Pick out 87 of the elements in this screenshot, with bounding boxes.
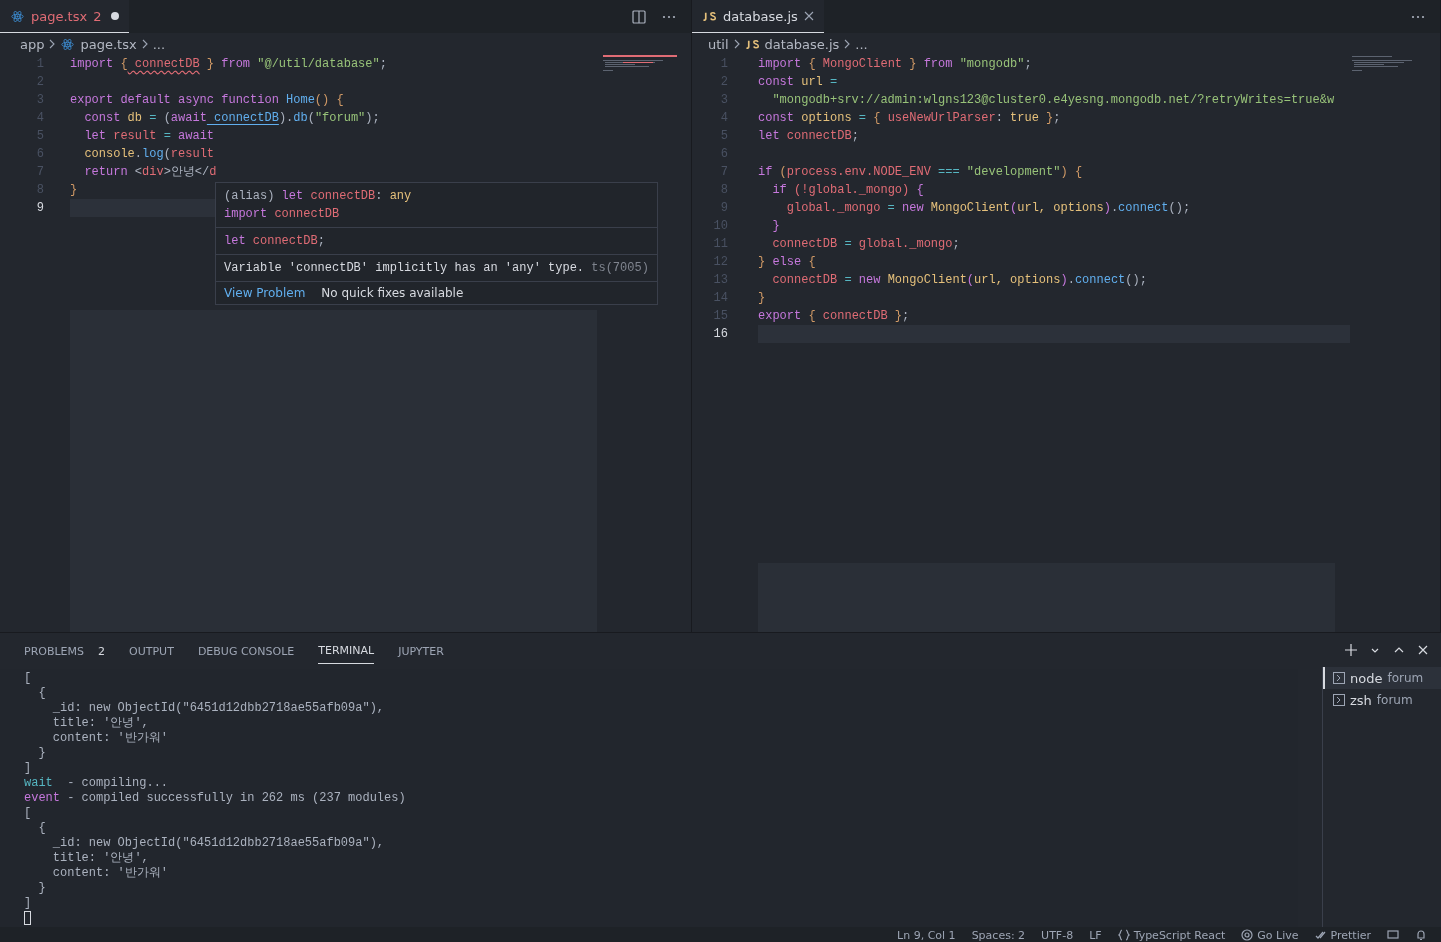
terminal-item[interactable]: node forum [1323, 667, 1441, 689]
code-line: const url = [758, 74, 838, 91]
breadcrumb[interactable]: ... [855, 36, 868, 52]
view-problem-link[interactable]: View Problem [224, 286, 306, 300]
react-icon [10, 9, 25, 23]
chevron-icon [844, 39, 851, 49]
panel-tab[interactable]: TERMINAL [318, 638, 375, 664]
panel-tab[interactable]: JUPYTER [398, 638, 444, 664]
code-line: } [758, 290, 766, 307]
chevron-icon [733, 39, 740, 49]
terminal-line: title: '안녕', [51, 851, 150, 866]
terminal-line: _id: new ObjectId("6451d12dbb2718ae55afb09a"), [51, 836, 386, 851]
braces-icon [1117, 929, 1130, 941]
error-message: Variable 'connectDB' implicitly has an 'any' type. ts(7005) [224, 260, 649, 277]
import-line: import connectDB [224, 206, 341, 223]
broadcast-icon [1241, 929, 1254, 941]
code-line: } [70, 182, 78, 199]
split-editor-icon[interactable] [631, 8, 647, 25]
terminal-line: wait - compiling... [24, 776, 170, 791]
terminal-line: event - compiled successfully in 262 ms (237 modules) [24, 791, 407, 806]
code-line: import { MongoClient } from "mongodb"; [758, 56, 1032, 73]
plus-icon[interactable] [1345, 644, 1357, 656]
status-item[interactable]: LF [1089, 928, 1102, 942]
go-live-button[interactable]: Go Live [1241, 928, 1299, 942]
code-line: connectDB = global._mongo; [771, 236, 960, 253]
code-line: if (!global._mongo) { [771, 182, 924, 199]
breadcrumb[interactable]: ... [152, 36, 166, 52]
code-line: const options = { useNewUrlParser: true }; [758, 110, 1061, 127]
declaration-line: let connectDB; [224, 233, 326, 250]
chevron-icon [49, 39, 56, 49]
panel-tab[interactable]: DEBUG CONSOLE [197, 638, 295, 664]
code-line: export default async function Home() { [70, 92, 344, 109]
prettier-status[interactable]: Prettier [1314, 928, 1371, 942]
code-line: let connectDB; [758, 128, 859, 145]
status-item[interactable]: Spaces: 2 [971, 928, 1026, 942]
line-number: 9 [35, 200, 44, 217]
terminal-line: { [37, 821, 47, 836]
terminal-cursor [24, 911, 31, 925]
terminal-line: [ [24, 806, 33, 821]
code-line: } else { [758, 254, 816, 271]
bell-icon[interactable] [1415, 929, 1427, 941]
js-icon [744, 37, 760, 51]
status-item[interactable]: Ln 9, Col 1 [897, 928, 956, 942]
quick-fix-note: No quick fixes available [321, 286, 464, 300]
js-icon [702, 9, 717, 23]
code-line: let result = await [83, 128, 215, 145]
terminal-icon [1333, 694, 1345, 706]
breadcrumb[interactable]: app [20, 36, 45, 52]
code-line: global._mongo = new MongoClient(url, options).connect(); [785, 200, 1191, 217]
type-signature: (alias) let connectDB: any [224, 188, 413, 205]
status-item[interactable]: UTF-8 [1041, 928, 1074, 942]
code-line: export { connectDB }; [758, 308, 910, 325]
terminal-line: { [37, 686, 47, 701]
breadcrumb[interactable]: util [708, 36, 729, 52]
terminal-line: } [37, 746, 47, 761]
terminal-line: content: '반가워' [51, 731, 170, 746]
breadcrumb[interactable]: database.js [764, 36, 840, 52]
code-line: console.log(result [83, 146, 215, 163]
close-icon[interactable] [803, 11, 814, 21]
code-line: const db = (await connectDB).db("forum"); [83, 110, 380, 127]
terminal-icon [1333, 672, 1345, 684]
code-line: } [771, 218, 780, 235]
terminal-line: title: '안녕', [51, 716, 150, 731]
close-icon[interactable] [1417, 644, 1429, 656]
terminal-line: content: '반가워' [51, 866, 170, 881]
chevron-icon [141, 39, 148, 49]
code-line: if (process.env.NODE_ENV === "development") { [758, 164, 1083, 181]
code-line: return <div>안녕</d [83, 164, 217, 181]
terminal-line: _id: new ObjectId("6451d12dbb2718ae55afb09a"), [51, 701, 386, 716]
panel-tab[interactable]: OUTPUT [129, 638, 174, 664]
double-check-icon [1314, 929, 1327, 941]
language-mode[interactable]: TypeScript React [1117, 928, 1226, 942]
feedback-icon[interactable] [1387, 929, 1399, 941]
terminal-line: ] [24, 761, 33, 776]
line-number: 16 [712, 326, 728, 343]
editor-tab[interactable]: database.js [692, 0, 824, 33]
breadcrumb[interactable]: page.tsx [80, 36, 137, 52]
terminal-line: [ [24, 671, 33, 686]
terminal-line: } [37, 881, 47, 896]
panel-tab[interactable]: PROBLEMS 2 [24, 638, 106, 664]
code-line: "mongodb+srv://admin:wlgns123@cluster0.e4yesng.mongodb.net/?retryWrites=true&w [771, 92, 1335, 109]
code-line: connectDB = new MongoClient(url, options).connect(); [771, 272, 1147, 289]
code-line: import { connectDB } from "@/util/database"; [70, 56, 387, 73]
terminal-line: ] [24, 896, 33, 911]
terminal-item[interactable]: zsh forum [1323, 689, 1441, 711]
react-icon [60, 37, 76, 51]
editor-tab[interactable]: page.tsx 2 [0, 0, 130, 33]
